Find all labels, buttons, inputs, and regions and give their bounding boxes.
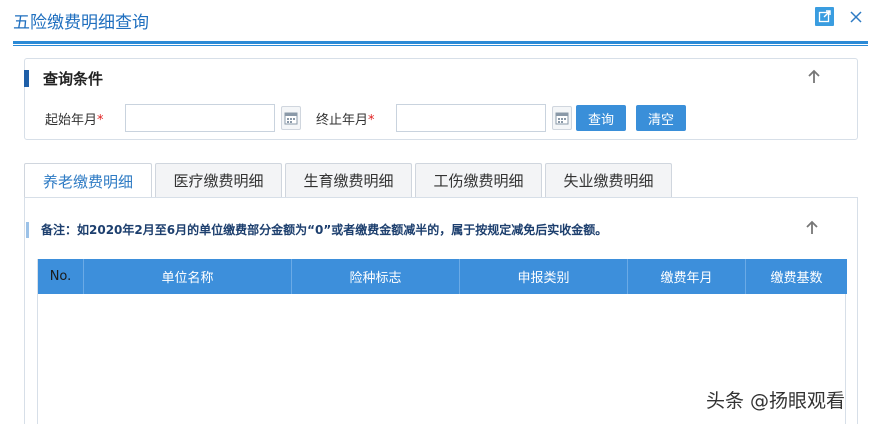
query-section-title: 查询条件 (43, 70, 104, 88)
title-divider (13, 41, 868, 44)
column-header-pay-base[interactable]: 缴费基数 (746, 259, 847, 294)
end-month-label: 终止年月* (316, 109, 375, 128)
collapse-query-button[interactable] (807, 69, 821, 85)
close-icon (849, 10, 862, 23)
end-calendar-button[interactable] (552, 106, 572, 130)
remark-note: 备注：如2020年2月至6月的单位缴费部分金额为“0”或者缴费金额减半的，属于按… (41, 223, 608, 237)
external-link-icon (818, 10, 831, 23)
column-header-no[interactable]: No. (38, 259, 84, 294)
calendar-icon (555, 112, 569, 125)
start-month-label: 起始年月* (45, 109, 104, 128)
tab-maternity[interactable]: 生育缴费明细 (285, 163, 412, 197)
clear-button[interactable]: 清空 (636, 105, 686, 131)
watermark: 头条 @扬眼观看 (706, 390, 846, 412)
note-marker (26, 222, 29, 238)
calendar-icon (284, 112, 298, 125)
start-calendar-button[interactable] (281, 106, 301, 130)
query-button[interactable]: 查询 (576, 105, 626, 131)
column-header-pay-month[interactable]: 缴费年月 (628, 259, 746, 294)
column-header-declare-type[interactable]: 申报类别 (460, 259, 628, 294)
start-month-input[interactable] (125, 104, 275, 132)
title-divider-thin (13, 45, 868, 46)
tab-unemployment[interactable]: 失业缴费明细 (545, 163, 672, 197)
tab-medical[interactable]: 医疗缴费明细 (155, 163, 282, 197)
popout-button[interactable] (815, 7, 834, 26)
column-header-insurance-type[interactable]: 险种标志 (292, 259, 460, 294)
tab-pension[interactable]: 养老缴费明细 (24, 163, 152, 198)
start-month-label-text: 起始年月 (45, 113, 98, 128)
table-header: No. 单位名称 险种标志 申报类别 缴费年月 缴费基数 (38, 259, 847, 294)
arrow-up-icon (806, 220, 818, 234)
column-header-company[interactable]: 单位名称 (84, 259, 292, 294)
tab-injury[interactable]: 工伤缴费明细 (415, 163, 542, 197)
end-month-label-text: 终止年月 (316, 113, 369, 128)
collapse-content-button[interactable] (805, 220, 819, 236)
arrow-up-icon (808, 69, 820, 83)
section-marker (24, 70, 29, 87)
dialog-title: 五险缴费明细查询 (13, 13, 149, 33)
close-button[interactable] (846, 7, 865, 26)
query-panel: 查询条件 起始年月* 终止年月* 查询 清空 (24, 58, 858, 140)
required-mark: * (97, 113, 104, 128)
required-mark: * (368, 113, 375, 128)
end-month-input[interactable] (396, 104, 546, 132)
dialog-titlebar: 五险缴费明细查询 (0, 0, 882, 40)
